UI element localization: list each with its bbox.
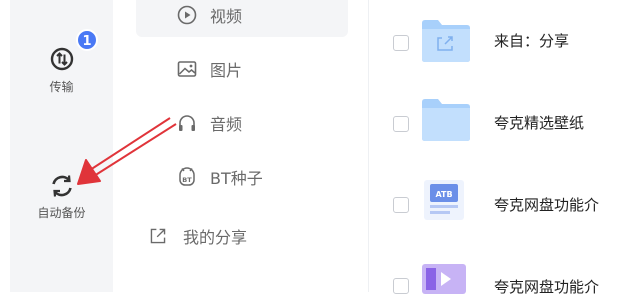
video-thumbnail-icon [422, 264, 466, 294]
file-row[interactable]: 来自：分享 [368, 20, 627, 62]
nav-item-images[interactable]: 图片 [176, 57, 242, 81]
sync-icon [51, 175, 72, 197]
nav-item-label: 视频 [210, 7, 243, 26]
file-name: 夸克精选壁纸 [494, 114, 585, 132]
row-checkbox[interactable] [393, 116, 409, 132]
folder-share-icon [422, 20, 470, 62]
file-name: 来自：分享 [494, 32, 570, 50]
left-rail: 传输 1 自动备份 [10, 0, 113, 292]
category-nav: 视频 图片 音频 BT BT种子 我的分享 [113, 0, 368, 292]
share-icon [150, 228, 166, 244]
nav-item-label: 我的分享 [183, 228, 248, 247]
transfer-label: 传输 [49, 80, 74, 94]
image-icon [177, 61, 197, 77]
auto-backup-label: 自动备份 [37, 206, 86, 220]
svg-text:ATB: ATB [435, 190, 452, 199]
image-thumbnail-icon: ATB [424, 180, 464, 220]
transfer-button[interactable]: 传输 [10, 46, 113, 95]
auto-backup-button[interactable]: 自动备份 [10, 172, 113, 221]
nav-item-label: 图片 [210, 61, 243, 80]
row-checkbox[interactable] [393, 35, 409, 51]
file-name: 夸克网盘功能介 [494, 196, 600, 214]
file-row[interactable]: ATB 夸克网盘功能介 [368, 180, 627, 224]
svg-text:BT: BT [182, 176, 192, 184]
bt-icon: BT [179, 167, 195, 186]
play-circle-icon [177, 5, 197, 25]
folder-icon [422, 99, 470, 141]
nav-item-label: BT种子 [210, 169, 263, 188]
nav-item-my-shares[interactable]: 我的分享 [149, 224, 247, 248]
transfer-count-badge: 1 [76, 29, 98, 51]
nav-item-bt[interactable]: BT BT种子 [176, 165, 263, 189]
file-row[interactable]: 夸克精选壁纸 [368, 99, 627, 142]
nav-item-label: 音频 [210, 115, 243, 134]
file-row[interactable]: 夸克网盘功能介 [368, 264, 627, 306]
nav-item-video[interactable]: 视频 [176, 3, 242, 27]
transfer-icon [50, 47, 73, 71]
file-name: 夸克网盘功能介 [494, 278, 600, 296]
row-checkbox[interactable] [393, 197, 409, 213]
headphones-icon [179, 115, 195, 131]
nav-item-audio[interactable]: 音频 [176, 111, 242, 135]
